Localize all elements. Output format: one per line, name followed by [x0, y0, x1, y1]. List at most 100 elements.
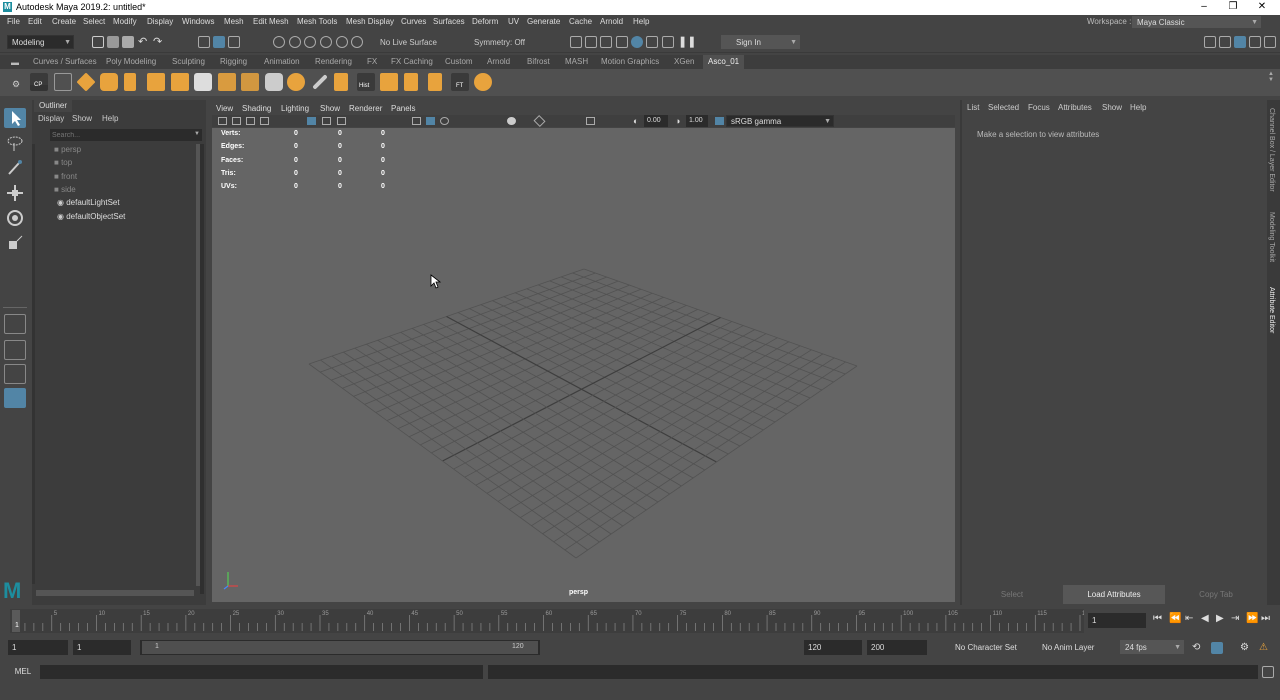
tab-xgen[interactable]: XGen: [674, 57, 694, 66]
select-tool-icon[interactable]: [4, 108, 26, 128]
menu-deform[interactable]: Deform: [472, 17, 498, 26]
shelf-merge-icon[interactable]: [428, 73, 442, 91]
viewport-menu-show[interactable]: Show: [320, 104, 340, 113]
menu-windows[interactable]: Windows: [182, 17, 214, 26]
load-attributes-button[interactable]: Load Attributes: [1063, 585, 1165, 604]
shelf-brush-icon[interactable]: [334, 73, 348, 91]
current-frame-field[interactable]: 1: [1088, 613, 1146, 628]
toggle-tool-settings-icon[interactable]: [1264, 36, 1276, 48]
shelf-cylinder-icon[interactable]: [124, 73, 136, 91]
tab-asco-01[interactable]: Asco_01: [703, 55, 745, 69]
outliner-search-input[interactable]: [50, 129, 202, 141]
menu-mesh-tools[interactable]: Mesh Tools: [297, 17, 337, 26]
shelf-planes-icon[interactable]: [218, 73, 236, 91]
minimize-button[interactable]: –: [1194, 1, 1214, 14]
menu-uv[interactable]: UV: [508, 17, 519, 26]
attr-menu-selected[interactable]: Selected: [988, 103, 1019, 112]
exposure-field[interactable]: 0.00: [644, 115, 668, 127]
outliner-menu-display[interactable]: Display: [38, 114, 64, 123]
step-back-key-icon[interactable]: ⇤: [1185, 613, 1193, 624]
layout-quad-icon[interactable]: [1219, 36, 1231, 48]
shelf-ft-icon[interactable]: FT: [451, 73, 469, 91]
outliner-item-top[interactable]: ■ top: [54, 158, 72, 167]
tab-rendering[interactable]: Rendering: [315, 57, 352, 66]
tab-motion-graphics[interactable]: Motion Graphics: [601, 57, 659, 66]
tab-fx-caching[interactable]: FX Caching: [391, 57, 433, 66]
outliner-view-icon[interactable]: [4, 388, 26, 408]
outliner-hscrollbar[interactable]: [36, 590, 194, 596]
shelf-wheel-icon[interactable]: [474, 73, 492, 91]
wireframe-icon[interactable]: [412, 117, 421, 125]
attr-menu-help[interactable]: Help: [1130, 103, 1146, 112]
pause-icon[interactable]: ❚❚: [678, 36, 696, 48]
camera-attributes-icon[interactable]: [232, 117, 241, 125]
bookmark-icon[interactable]: [246, 117, 255, 125]
step-forward-frame-icon[interactable]: ⏩: [1246, 613, 1258, 624]
layout-single-icon[interactable]: [1204, 36, 1216, 48]
resolution-gate-icon[interactable]: [337, 117, 346, 125]
go-to-end-icon[interactable]: ⏭: [1261, 613, 1270, 624]
shelf-stack-icon[interactable]: [171, 73, 189, 91]
menu-arnold[interactable]: Arnold: [600, 17, 623, 26]
viewport-menu-panels[interactable]: Panels: [391, 104, 415, 113]
image-plane-icon[interactable]: [260, 117, 269, 125]
step-forward-key-icon[interactable]: ⇥: [1231, 613, 1239, 624]
anim-layer-dropdown[interactable]: No Anim Layer: [1023, 640, 1111, 654]
two-view-icon[interactable]: [4, 364, 26, 384]
loop-icon[interactable]: ⟲: [1192, 642, 1204, 654]
viewport-menu-renderer[interactable]: Renderer: [349, 104, 382, 113]
shelf-diamond-icon[interactable]: [76, 72, 96, 92]
symmetry-label[interactable]: Symmetry: Off: [474, 38, 525, 47]
go-to-start-icon[interactable]: ⏮: [1153, 613, 1162, 624]
step-back-frame-icon[interactable]: ⏪: [1169, 613, 1181, 624]
play-backwards-icon[interactable]: ◀: [1201, 613, 1209, 624]
outliner-menu-show[interactable]: Show: [72, 114, 92, 123]
menu-generate[interactable]: Generate: [527, 17, 560, 26]
gamma-field[interactable]: 1.00: [686, 115, 708, 127]
viewport-menu-lighting[interactable]: Lighting: [281, 104, 309, 113]
shelf-cage-icon[interactable]: [265, 73, 283, 91]
viewport-menu-view[interactable]: View: [216, 104, 233, 113]
outliner-item-persp[interactable]: ■ persp: [54, 145, 81, 154]
tab-arnold[interactable]: Arnold: [487, 57, 510, 66]
viewport-menu-shading[interactable]: Shading: [242, 104, 271, 113]
lasso-tool-icon[interactable]: [4, 133, 26, 153]
select-camera-icon[interactable]: [218, 117, 227, 125]
color-space-dropdown[interactable]: sRGB gamma ▼: [726, 115, 834, 127]
playback-end-field[interactable]: 120: [804, 640, 862, 655]
shelf-split-icon[interactable]: [404, 73, 418, 91]
snap-surface-icon[interactable]: [336, 36, 348, 48]
shelf-boxes-icon[interactable]: [147, 73, 165, 91]
menu-modify[interactable]: Modify: [113, 17, 137, 26]
textured-icon[interactable]: [440, 117, 449, 125]
shelf-pair-icon[interactable]: [380, 73, 398, 91]
paint-select-icon[interactable]: [4, 158, 26, 178]
menu-mesh-display[interactable]: Mesh Display: [346, 17, 394, 26]
outliner-item-side[interactable]: ■ side: [54, 185, 76, 194]
tab-rigging[interactable]: Rigging: [220, 57, 247, 66]
playback-prefs-icon[interactable]: ⚠: [1259, 642, 1271, 654]
attr-select-button[interactable]: Select: [962, 585, 1062, 604]
live-surface-label[interactable]: No Live Surface: [380, 38, 437, 47]
rotate-tool-icon[interactable]: [4, 208, 26, 228]
shelf-plane-icon[interactable]: [241, 73, 259, 91]
tab-modeling-toolkit[interactable]: Modeling Toolkit: [1268, 212, 1275, 262]
scale-tool-icon[interactable]: [4, 233, 26, 253]
menu-file[interactable]: File: [7, 17, 20, 26]
shelf-cube-icon[interactable]: [100, 73, 118, 91]
ipr-render-icon[interactable]: [600, 36, 612, 48]
tab-animation[interactable]: Animation: [264, 57, 300, 66]
render-frame-icon[interactable]: [585, 36, 597, 48]
chevron-down-icon[interactable]: ▼: [194, 131, 200, 137]
color-management-icon[interactable]: [715, 117, 724, 125]
toggle-channel-box-icon[interactable]: [1249, 36, 1261, 48]
snap-curve-icon[interactable]: [289, 36, 301, 48]
menu-help[interactable]: Help: [633, 17, 649, 26]
menu-cache[interactable]: Cache: [569, 17, 592, 26]
open-scene-icon[interactable]: [107, 36, 119, 48]
tab-channel-box[interactable]: Channel Box / Layer Editor: [1268, 108, 1275, 192]
outliner-menu-help[interactable]: Help: [102, 114, 118, 123]
time-slider[interactable]: 5 10 15 20 25 30 35 40 45 50 55 60 65 70 75 80 85 90 95 100…: [0, 607, 1280, 634]
playback-start-field[interactable]: 1: [73, 640, 131, 655]
menu-curves[interactable]: Curves: [401, 17, 426, 26]
